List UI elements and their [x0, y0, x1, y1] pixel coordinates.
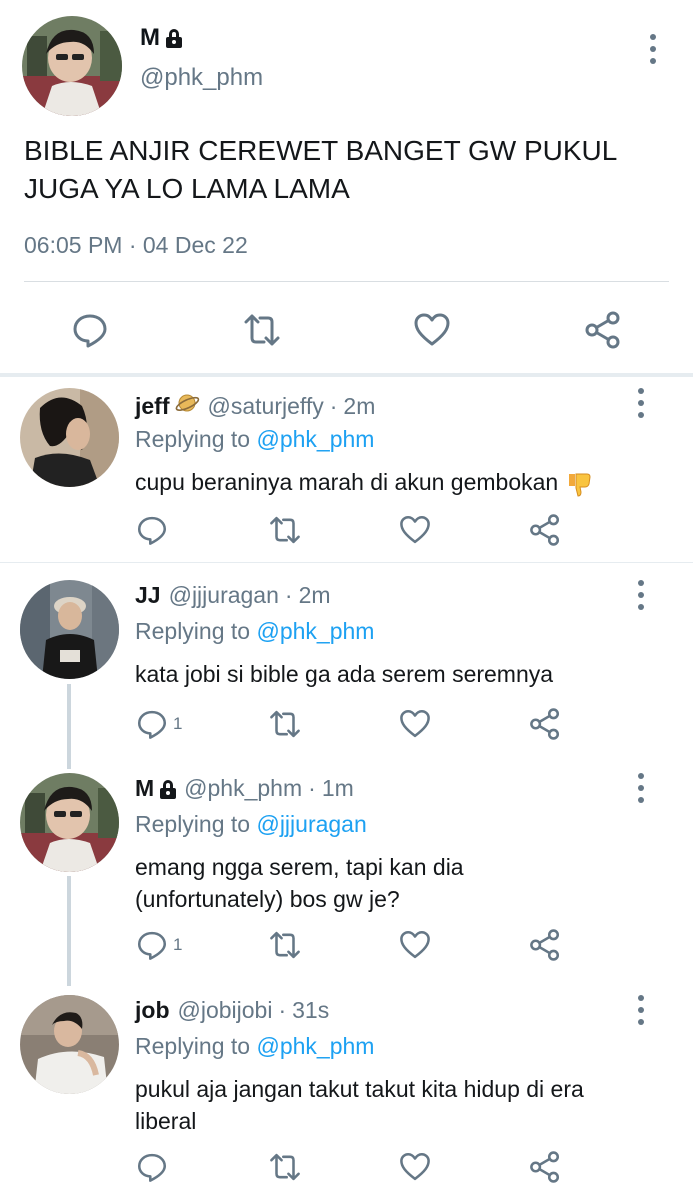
mention-link[interactable]: @phk_phm [256, 618, 374, 644]
reply-text: kata jobi si bible ga ada serem seremnya [135, 661, 554, 687]
author-name-text: M [140, 24, 160, 51]
more-options-icon[interactable] [631, 995, 651, 1025]
avatar[interactable] [20, 773, 119, 872]
author-name[interactable]: M [140, 24, 182, 52]
thread-line [67, 876, 71, 986]
share-icon[interactable] [583, 310, 623, 350]
avatar[interactable] [20, 580, 119, 679]
reply-time[interactable]: 31s [292, 997, 329, 1024]
replying-to: Replying to @phk_phm [135, 426, 374, 453]
mention-link[interactable]: @jjjuragan [256, 811, 366, 837]
reply-author-name[interactable]: jeff [135, 390, 200, 422]
reply-header: jeff @saturjeffy · 2m [135, 390, 375, 422]
tweet-timestamp[interactable]: 06:05 PM · 04 Dec 22 [24, 232, 248, 259]
like-icon[interactable] [395, 1147, 435, 1187]
reply-icon[interactable] [132, 1147, 172, 1187]
separator-dot: · [308, 775, 316, 801]
reply-time[interactable]: 2m [343, 393, 375, 420]
tweet-actions [0, 300, 693, 360]
reply-text: emang ngga serem, tapi kan dia (unfortun… [135, 854, 464, 912]
reply-actions: 1 [0, 925, 693, 965]
reply-time[interactable]: 2m [299, 582, 331, 609]
reply-author-name-text: jeff [135, 392, 170, 419]
reply-author-name-text: M [135, 775, 155, 801]
replying-prefix: Replying to [135, 426, 251, 452]
share-icon[interactable] [525, 925, 565, 965]
reply-icon[interactable] [70, 310, 110, 350]
planet-icon [174, 390, 200, 422]
retweet-icon[interactable] [265, 510, 305, 550]
reply-icon[interactable] [132, 925, 172, 965]
retweet-icon[interactable] [265, 1147, 305, 1187]
mention-link[interactable]: @phk_phm [256, 1033, 374, 1059]
replying-to: Replying to @phk_phm [135, 1033, 374, 1060]
lock-icon [160, 779, 177, 799]
thread-line [67, 684, 71, 769]
divider [0, 562, 693, 563]
like-icon[interactable] [412, 310, 452, 350]
retweet-icon[interactable] [242, 310, 282, 350]
share-icon[interactable] [525, 704, 565, 744]
reply-actions [0, 1147, 693, 1187]
reply-handle[interactable]: @jjjuragan [169, 582, 279, 609]
section-divider [0, 373, 693, 377]
separator-dot: · [278, 997, 287, 1023]
avatar[interactable] [20, 995, 119, 1094]
reply-count: 1 [173, 714, 183, 733]
avatar[interactable] [20, 388, 119, 487]
reply-header: M @phk_phm · 1m [135, 775, 354, 802]
share-icon[interactable] [525, 510, 565, 550]
thumbs-down-icon [565, 470, 593, 498]
reply-actions [0, 510, 693, 550]
like-icon[interactable] [395, 704, 435, 744]
like-icon[interactable] [395, 510, 435, 550]
reply-author-name[interactable]: job [135, 997, 170, 1024]
replying-to: Replying to @jjjuragan [135, 811, 367, 838]
author-handle[interactable]: @phk_phm [140, 64, 263, 92]
main-tweet: M @phk_phm BIBLE ANJIR CEREWET BANGET GW… [0, 0, 693, 375]
more-options-icon[interactable] [631, 773, 651, 803]
reply-author-name-text: job [135, 997, 170, 1023]
retweet-icon[interactable] [265, 704, 305, 744]
retweet-icon[interactable] [265, 925, 305, 965]
reply-icon[interactable] [132, 704, 172, 744]
replying-to: Replying to @phk_phm [135, 618, 374, 645]
like-icon[interactable] [395, 925, 435, 965]
reply-actions: 1 [0, 704, 693, 744]
separator-dot: · [284, 582, 293, 608]
replying-prefix: Replying to [135, 811, 251, 837]
reply-author-name-text: JJ [135, 582, 161, 608]
reply-icon[interactable] [132, 510, 172, 550]
reply-time[interactable]: 1m [322, 775, 354, 802]
reply-header: job @jobijobi · 31s [135, 997, 329, 1024]
more-options-icon[interactable] [631, 388, 651, 418]
reply-handle[interactable]: @saturjeffy [208, 393, 324, 420]
reply-header: JJ @jjjuragan · 2m [135, 582, 331, 609]
avatar[interactable] [22, 16, 122, 116]
reply-text: pukul aja jangan takut takut kita hidup … [135, 1076, 584, 1134]
reply-count: 1 [173, 935, 183, 954]
reply-text: cupu beraninya marah di akun gembokan [135, 466, 655, 498]
tweet-text: BIBLE ANJIR CEREWET BANGET GW PUKUL JUGA… [24, 135, 617, 204]
more-options-icon[interactable] [643, 34, 663, 64]
reply-author-name[interactable]: JJ [135, 582, 161, 609]
mention-link[interactable]: @phk_phm [256, 426, 374, 452]
replying-prefix: Replying to [135, 618, 251, 644]
divider [24, 281, 669, 282]
share-icon[interactable] [525, 1147, 565, 1187]
reply-author-name[interactable]: M [135, 775, 177, 802]
separator-dot: · [329, 392, 338, 419]
replying-prefix: Replying to [135, 1033, 251, 1059]
reply-text-content: cupu beraninya marah di akun gembokan [135, 469, 559, 495]
reply-handle[interactable]: @phk_phm [184, 775, 302, 802]
reply-handle[interactable]: @jobijobi [178, 997, 273, 1024]
lock-icon [166, 29, 182, 48]
more-options-icon[interactable] [631, 580, 651, 610]
